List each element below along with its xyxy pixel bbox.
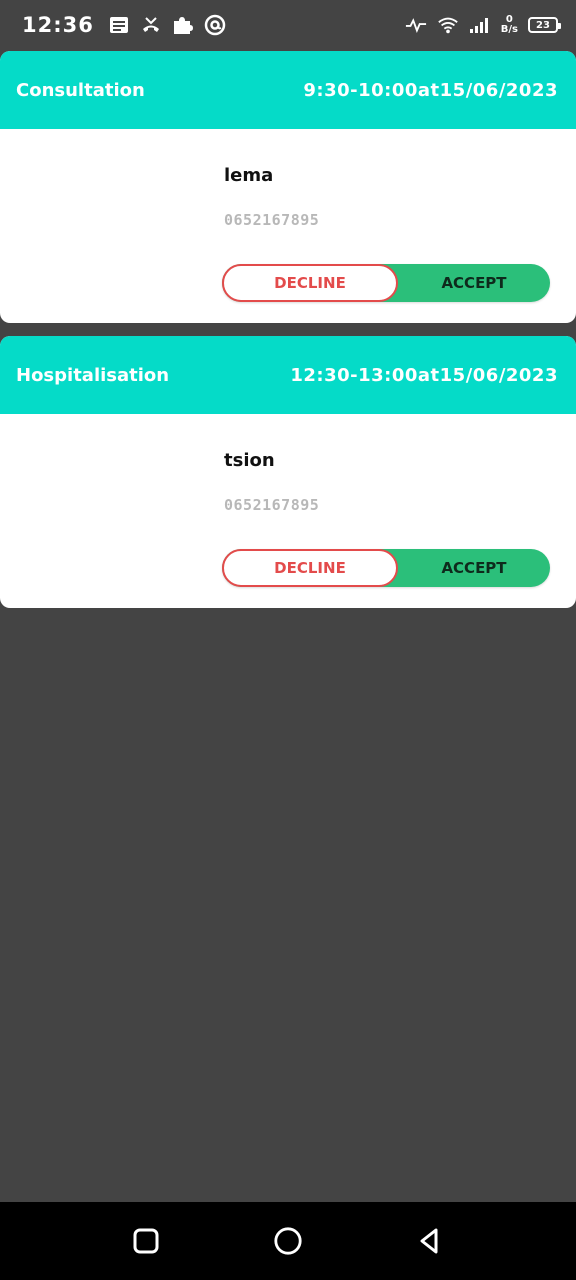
network-speed-unit: B/s [500,24,518,35]
patient-name: tsion [224,450,275,471]
patient-phone: 0652167895 [224,211,320,229]
accept-button[interactable]: ACCEPT [398,264,550,302]
appointment-header: Hospitalisation 12:30-13:00at15/06/2023 [0,336,576,414]
battery-level: 23 [536,19,550,31]
status-bar: 12:36 0 B/s 23 [0,0,576,50]
accept-button[interactable]: ACCEPT [398,549,550,587]
appointment-time: 9:30-10:00at15/06/2023 [303,79,558,101]
appointment-type: Hospitalisation [16,364,170,386]
status-time: 12:36 [22,13,94,37]
action-buttons: DECLINE ACCEPT [222,549,550,587]
puzzle-icon [172,14,194,36]
message-icon [108,14,130,36]
at-sign-icon [204,14,226,36]
home-icon[interactable] [273,1226,303,1256]
status-right: 0 B/s 23 [405,14,561,36]
signal-icon [469,14,491,36]
back-icon[interactable] [415,1226,445,1256]
appointment-body: tsion 0652167895 DECLINE ACCEPT [0,414,576,608]
appointment-body: lema 0652167895 DECLINE ACCEPT [0,129,576,323]
appointment-time: 12:30-13:00at15/06/2023 [290,364,558,386]
decline-button[interactable]: DECLINE [222,264,398,302]
appointment-card: Hospitalisation 12:30-13:00at15/06/2023 … [0,336,576,608]
appointment-header: Consultation 9:30-10:00at15/06/2023 [0,51,576,129]
appointment-card: Consultation 9:30-10:00at15/06/2023 lema… [0,51,576,323]
network-speed: 0 B/s [501,15,518,35]
appointment-type: Consultation [16,79,145,101]
activity-icon [405,14,427,36]
status-left: 12:36 [22,13,226,37]
wifi-icon [437,14,459,36]
patient-phone: 0652167895 [224,496,320,514]
patient-name: lema [224,165,274,186]
navigation-bar [0,1202,576,1280]
decline-button[interactable]: DECLINE [222,549,398,587]
recents-icon[interactable] [131,1226,161,1256]
missed-call-icon [140,14,162,36]
action-buttons: DECLINE ACCEPT [222,264,550,302]
battery-icon: 23 [528,17,561,33]
